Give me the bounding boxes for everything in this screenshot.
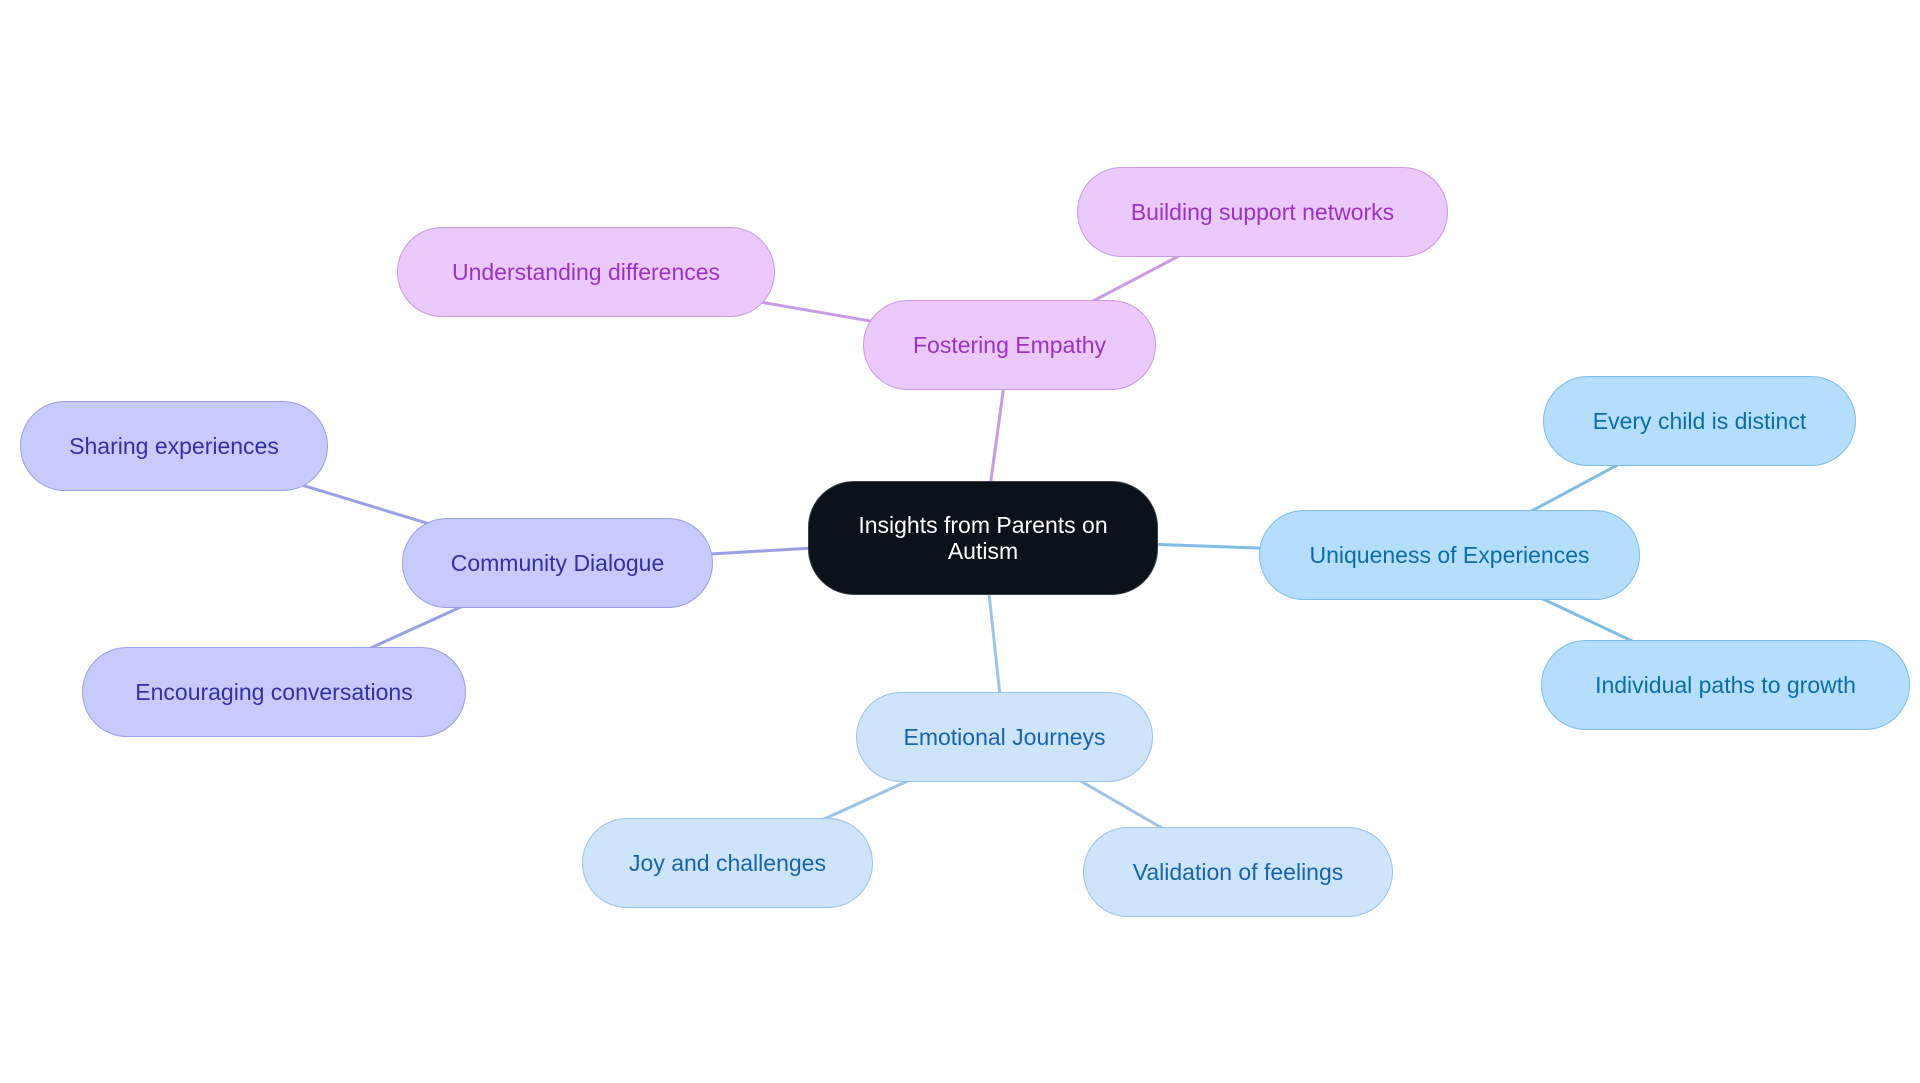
leaf-every-child-is-distinct[interactable]: Every child is distinct — [1543, 376, 1856, 466]
leaf-label: Every child is distinct — [1592, 408, 1807, 434]
branch-emotional-journeys[interactable]: Emotional Journeys — [856, 692, 1153, 782]
leaf-validation-of-feelings[interactable]: Validation of feelings — [1083, 827, 1393, 917]
leaf-label: Encouraging conversations — [135, 679, 413, 705]
root-label: Insights from Parents on Autism — [858, 512, 1108, 564]
leaf-joy-and-challenges[interactable]: Joy and challenges — [582, 818, 873, 908]
leaf-label: Understanding differences — [451, 259, 721, 285]
branch-label: Uniqueness of Experiences — [1309, 542, 1590, 568]
leaf-label: Sharing experiences — [69, 433, 279, 459]
leaf-label: Building support networks — [1130, 199, 1395, 225]
leaf-individual-paths-to-growth[interactable]: Individual paths to growth — [1541, 640, 1910, 730]
leaf-label: Validation of feelings — [1132, 859, 1344, 885]
branch-label: Community Dialogue — [450, 550, 665, 576]
branch-fostering-empathy[interactable]: Fostering Empathy — [863, 300, 1156, 390]
leaf-building-support-networks[interactable]: Building support networks — [1077, 167, 1448, 257]
leaf-label: Joy and challenges — [629, 850, 826, 876]
branch-community-dialogue[interactable]: Community Dialogue — [402, 518, 713, 608]
leaf-sharing-experiences[interactable]: Sharing experiences — [20, 401, 328, 491]
branch-label: Emotional Journeys — [903, 724, 1106, 750]
leaf-label: Individual paths to growth — [1595, 672, 1856, 698]
branch-uniqueness-of-experiences[interactable]: Uniqueness of Experiences — [1259, 510, 1640, 600]
branch-label: Fostering Empathy — [912, 332, 1107, 358]
leaf-understanding-differences[interactable]: Understanding differences — [397, 227, 775, 317]
root-node[interactable]: Insights from Parents on Autism — [808, 481, 1158, 595]
leaf-encouraging-conversations[interactable]: Encouraging conversations — [82, 647, 466, 737]
